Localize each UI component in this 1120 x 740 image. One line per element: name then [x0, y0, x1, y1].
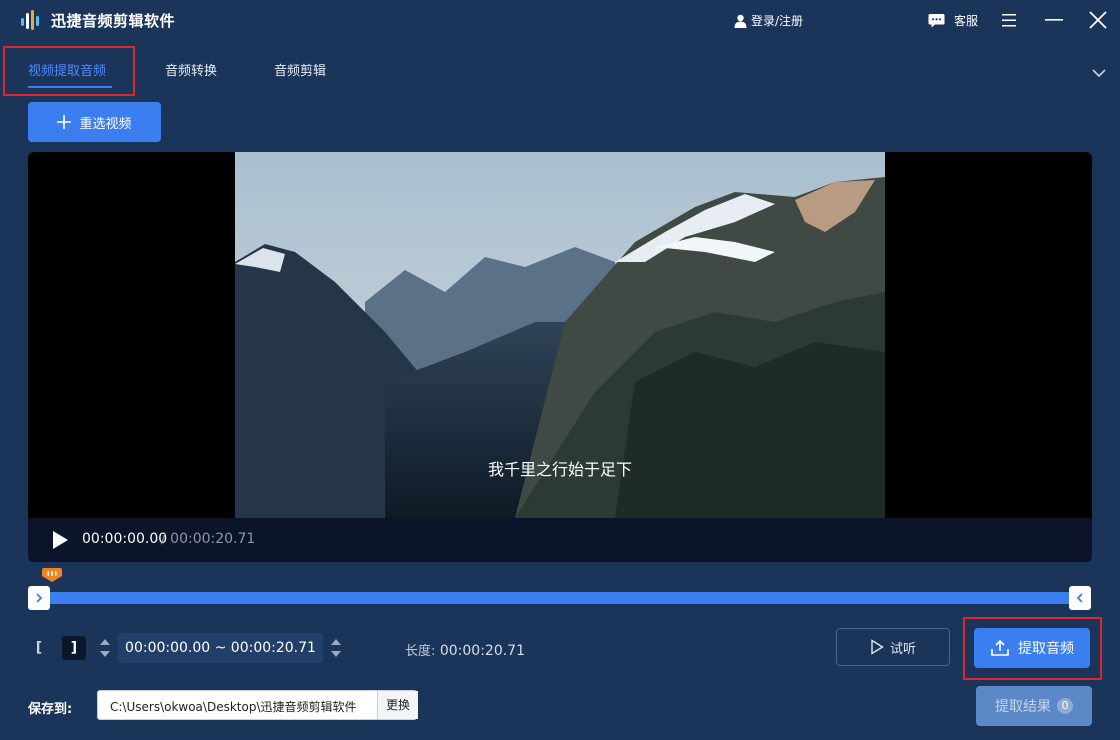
login-button[interactable]: 登录/注册 [734, 12, 803, 29]
login-label: 登录/注册 [751, 14, 804, 28]
app-title: 迅捷音频剪辑软件 [51, 12, 176, 30]
play-outline-icon [871, 639, 884, 655]
extract-result-button[interactable]: 提取结果 0 [976, 686, 1092, 726]
playhead-marker[interactable] [41, 568, 63, 582]
change-path-button[interactable]: 更换 [377, 691, 418, 719]
subtitle-text: 我千里之行始于足下 [487, 460, 632, 479]
user-icon [734, 14, 747, 28]
minimize-icon[interactable] [1043, 9, 1065, 31]
extract-label: 提取音频 [1018, 641, 1074, 657]
time-range-input[interactable]: 00:00:00.00 ~ 00:00:20.71 [118, 633, 323, 663]
range-start-handle[interactable] [28, 586, 50, 610]
total-time: / 00:00:20.71 [161, 531, 256, 547]
close-icon[interactable] [1087, 9, 1109, 31]
play-icon[interactable] [50, 530, 70, 550]
service-label: 客服 [954, 14, 979, 28]
result-label: 提取结果 [995, 699, 1051, 715]
player-controls: 00:00:00.00 / 00:00:20.71 [28, 518, 1092, 562]
preview-listen-button[interactable]: 试听 [836, 628, 950, 666]
chevron-right-icon [36, 593, 43, 603]
current-time: 00:00:00.00 [82, 531, 168, 547]
result-count-badge: 0 [1057, 698, 1073, 714]
tab-audio-edit[interactable]: 音频剪辑 [274, 60, 326, 84]
menu-icon[interactable] [998, 9, 1020, 31]
length-label: 长度: [405, 644, 436, 659]
customer-service-button[interactable]: 客服 [928, 12, 978, 29]
save-to-label: 保存到: [28, 702, 73, 717]
length-display: 长度: 00:00:20.71 [405, 640, 525, 659]
save-path-text: C:\Users\okwoa\Desktop\迅捷音频剪辑软件 [110, 700, 357, 714]
tab-highlight-box [3, 46, 135, 96]
video-player[interactable]: 我千里之行始于足下 00:00:00.00 / 00:00:20.71 [28, 152, 1092, 562]
plus-icon [57, 115, 72, 129]
listen-label: 试听 [889, 641, 916, 657]
range-end-handle[interactable] [1069, 586, 1091, 610]
upload-icon [991, 639, 1009, 656]
chevron-down-icon[interactable] [1090, 64, 1108, 82]
set-start-button[interactable]: [ [27, 636, 51, 660]
app-logo-icon [21, 10, 39, 30]
chat-icon [928, 14, 945, 28]
tab-audio-convert[interactable]: 音频转换 [165, 60, 217, 84]
length-value: 00:00:20.71 [439, 643, 525, 659]
end-spinner-icon[interactable] [329, 636, 343, 660]
chevron-left-icon [1076, 593, 1083, 603]
reselect-video-button[interactable]: 重选视频 [28, 102, 161, 142]
start-spinner-icon[interactable] [98, 636, 112, 660]
save-path-field[interactable]: C:\Users\okwoa\Desktop\迅捷音频剪辑软件 更换 [97, 690, 418, 720]
extract-audio-button[interactable]: 提取音频 [974, 628, 1090, 668]
reselect-label: 重选视频 [79, 116, 132, 132]
timeline-track[interactable] [40, 592, 1080, 604]
set-end-button[interactable]: ] [62, 636, 86, 660]
title-bar: 迅捷音频剪辑软件 登录/注册 客服 [0, 0, 1120, 40]
